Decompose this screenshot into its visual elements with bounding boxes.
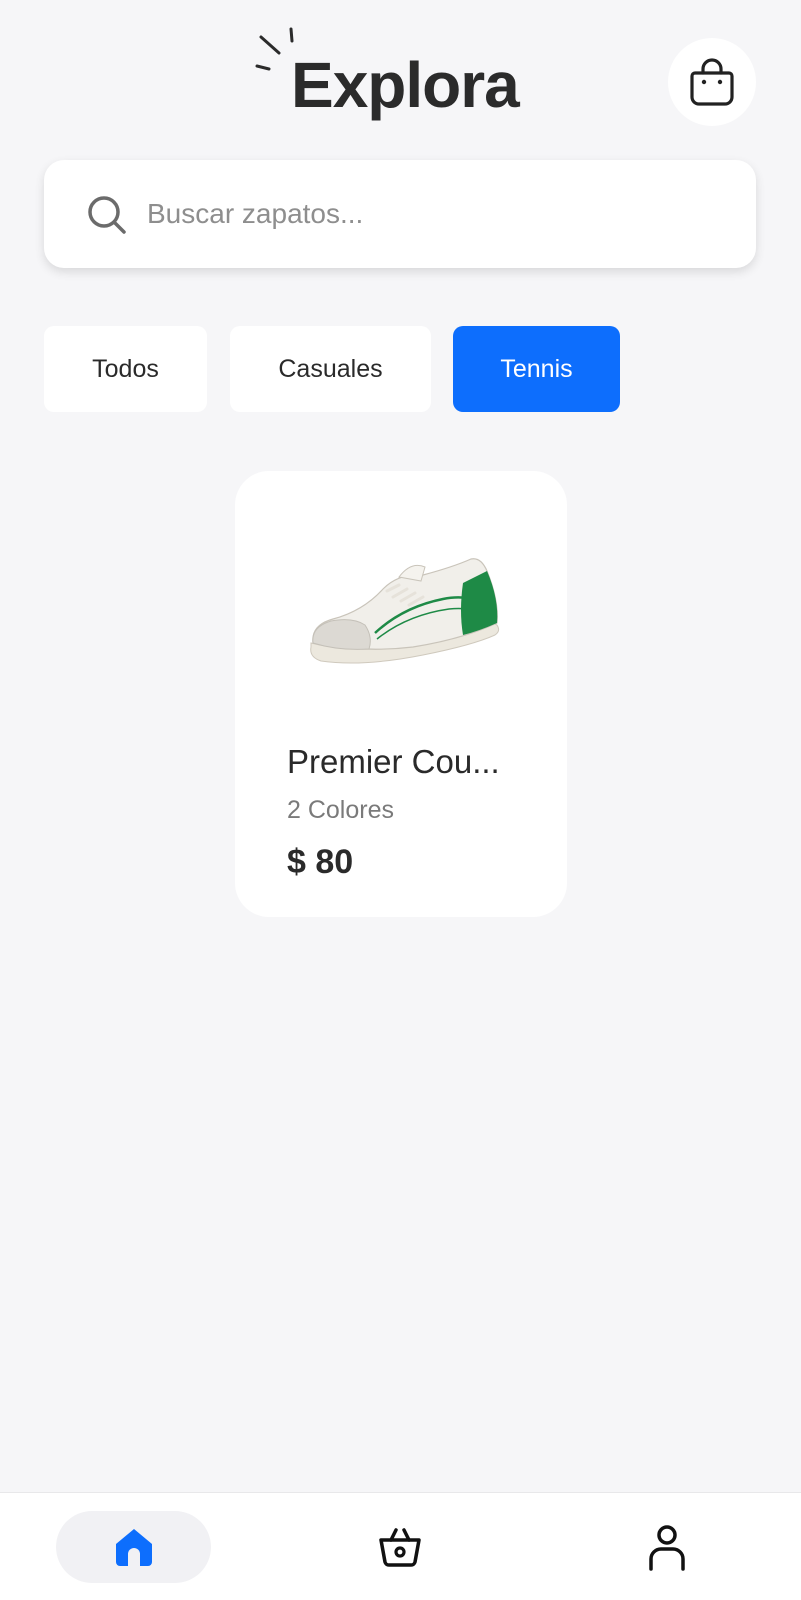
home-icon <box>115 1529 152 1566</box>
cart-button[interactable] <box>668 38 756 126</box>
product-price: $ 80 <box>287 843 354 881</box>
category-chip-casuales[interactable]: Casuales <box>230 326 431 412</box>
product-card[interactable]: Premier Cou... 2 Colores $ 80 <box>235 471 567 917</box>
category-chip-tennis[interactable]: Tennis <box>453 326 620 412</box>
bottom-nav <box>0 1492 801 1600</box>
search-icon <box>88 196 126 234</box>
title-group: Explora <box>255 25 520 125</box>
nav-profile[interactable] <box>627 1511 707 1583</box>
category-chip-todos[interactable]: Todos <box>44 326 207 412</box>
search-bar[interactable] <box>44 160 756 268</box>
sneaker-image <box>310 558 500 664</box>
search-input[interactable] <box>147 188 707 240</box>
nav-home[interactable] <box>56 1511 211 1583</box>
basket-icon <box>379 1528 421 1567</box>
nav-basket[interactable] <box>360 1511 440 1583</box>
product-name: Premier Cou... <box>287 743 500 780</box>
shopping-bag-icon <box>690 58 734 106</box>
header: Explora <box>0 0 801 150</box>
app-screen: Explora Todos Casuales Tennis <box>0 0 801 1600</box>
page-title: Explora <box>291 49 520 121</box>
product-colors: 2 Colores <box>287 796 394 824</box>
user-icon <box>649 1525 685 1571</box>
